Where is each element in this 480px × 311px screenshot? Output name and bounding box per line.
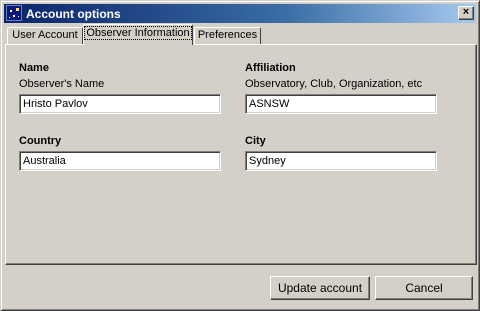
observer-information-panel: Name Observer's Name Affiliation Observa… [5, 44, 477, 265]
tab-user-account-label: User Account [12, 29, 78, 41]
tab-observer-information-label: Observer Information [84, 26, 192, 40]
name-hint: Observer's Name [19, 78, 105, 90]
close-icon[interactable]: × [458, 6, 474, 20]
affiliation-field[interactable] [245, 94, 437, 114]
window-title: Account options [26, 7, 121, 21]
title-bar[interactable]: Account options × [4, 4, 476, 23]
tab-user-account[interactable]: User Account [7, 27, 83, 44]
name-label: Name [19, 62, 49, 74]
cancel-button[interactable]: Cancel [375, 276, 473, 300]
tab-observer-information[interactable]: Observer Information [83, 24, 193, 45]
account-options-window: Account options × User Account Observer … [0, 0, 480, 311]
affiliation-label: Affiliation [245, 62, 296, 74]
name-field[interactable] [19, 94, 221, 114]
tab-preferences-label: Preferences [197, 29, 258, 41]
affiliation-hint: Observatory, Club, Organization, etc [245, 78, 423, 90]
city-field[interactable] [245, 151, 437, 171]
city-label: City [245, 135, 266, 147]
tab-preferences[interactable]: Preferences [194, 27, 261, 44]
country-field[interactable] [19, 151, 221, 171]
starfield-app-icon [6, 5, 22, 21]
country-label: Country [19, 135, 62, 147]
update-account-button[interactable]: Update account [270, 276, 370, 300]
